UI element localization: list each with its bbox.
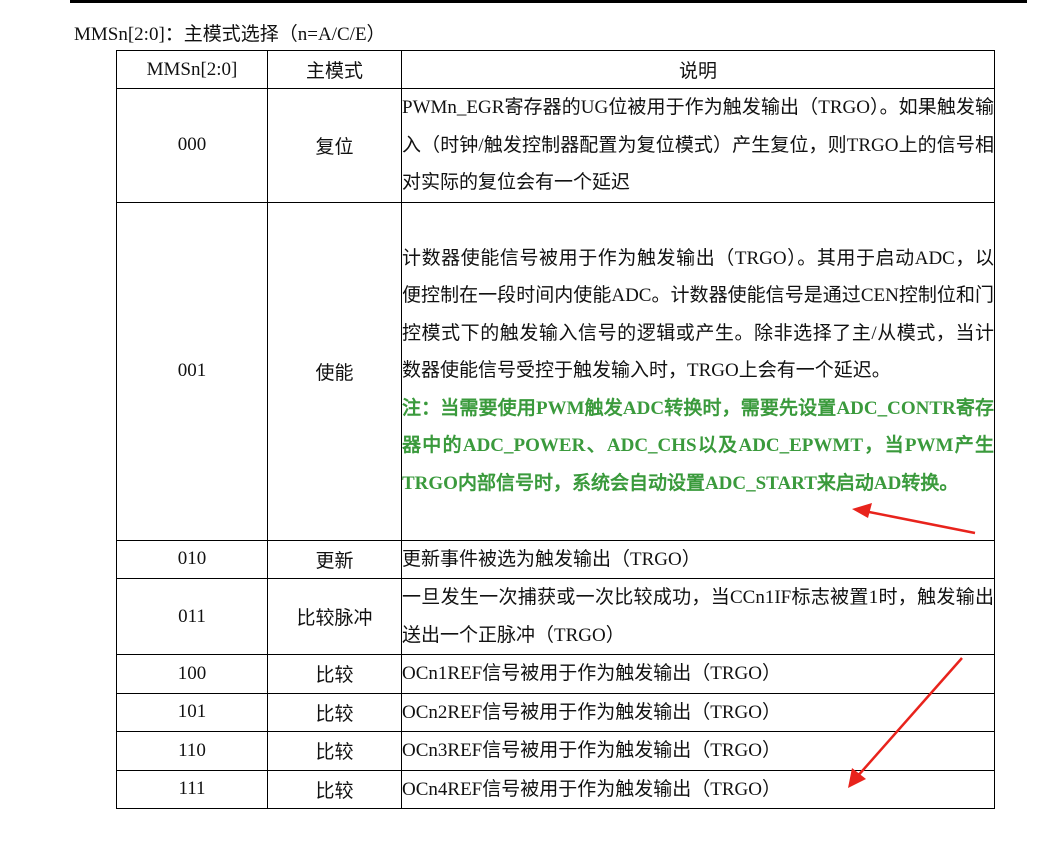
- row-description: OCn1REF信号被用于作为触发输出（TRGO）: [401, 654, 995, 694]
- row-description: PWMn_EGR寄存器的UG位被用于作为触发输出（TRGO）。如果触发输入（时钟…: [401, 88, 995, 203]
- mms-mode-table: MMSn[2:0] 主模式 说明 000 复位 PWMn_EGR寄存器的UG位被…: [116, 50, 995, 809]
- table-row: 010 更新 更新事件被选为触发输出（TRGO）: [116, 539, 995, 579]
- row-description: 一旦发生一次捕获或一次比较成功，当CCn1IF标志被置1时，触发输出送出一个正脉…: [401, 578, 995, 655]
- table-row: 011 比较脉冲 一旦发生一次捕获或一次比较成功，当CCn1IF标志被置1时，触…: [116, 578, 995, 655]
- row-mode: 比较: [267, 692, 402, 732]
- header-description: 说明: [401, 50, 995, 89]
- row-code: 100: [116, 654, 268, 694]
- row-code: 011: [116, 578, 268, 655]
- table-row: 111 比较 OCn4REF信号被用于作为触发输出（TRGO）: [116, 769, 995, 809]
- header-mms: MMSn[2:0]: [116, 50, 268, 89]
- row-mode: 比较: [267, 769, 402, 809]
- row-description: OCn2REF信号被用于作为触发输出（TRGO）: [401, 692, 995, 732]
- row-code: 101: [116, 692, 268, 732]
- row-mode: 使能: [267, 201, 402, 541]
- row-description: 计数器使能信号被用于作为触发输出（TRGO）。其用于启动ADC，以便控制在一段时…: [402, 247, 994, 382]
- table-row: 001 使能 计数器使能信号被用于作为触发输出（TRGO）。其用于启动ADC，以…: [116, 201, 995, 541]
- row-description: OCn4REF信号被用于作为触发输出（TRGO）: [401, 769, 995, 809]
- row-code: 010: [116, 539, 268, 579]
- table-header-row: MMSn[2:0] 主模式 说明: [116, 50, 995, 89]
- table-row: 000 复位 PWMn_EGR寄存器的UG位被用于作为触发输出（TRGO）。如果…: [116, 88, 995, 203]
- page-top-rule: [70, 0, 1027, 3]
- row-mode: 复位: [267, 88, 402, 203]
- header-mode: 主模式: [267, 50, 402, 89]
- row-mode: 比较脉冲: [267, 578, 402, 655]
- row-description-cell: 计数器使能信号被用于作为触发输出（TRGO）。其用于启动ADC，以便控制在一段时…: [401, 201, 995, 541]
- row-mode: 比较: [267, 731, 402, 771]
- table-caption: MMSn[2:0]：主模式选择（n=A/C/E）: [74, 24, 386, 45]
- row-code: 001: [116, 201, 268, 541]
- table-row: 100 比较 OCn1REF信号被用于作为触发输出（TRGO）: [116, 654, 995, 694]
- row-code: 000: [116, 88, 268, 203]
- row-code: 110: [116, 731, 268, 771]
- row-code: 111: [116, 769, 268, 809]
- adc-trigger-note: 注：当需要使用PWM触发ADC转换时，需要先设置ADC_CONTR寄存器中的AD…: [402, 397, 994, 494]
- row-mode: 更新: [267, 539, 402, 579]
- row-mode: 比较: [267, 654, 402, 694]
- row-description: 更新事件被选为触发输出（TRGO）: [401, 539, 995, 579]
- table-row: 110 比较 OCn3REF信号被用于作为触发输出（TRGO）: [116, 731, 995, 771]
- row-description: OCn3REF信号被用于作为触发输出（TRGO）: [401, 731, 995, 771]
- table-row: 101 比较 OCn2REF信号被用于作为触发输出（TRGO）: [116, 692, 995, 732]
